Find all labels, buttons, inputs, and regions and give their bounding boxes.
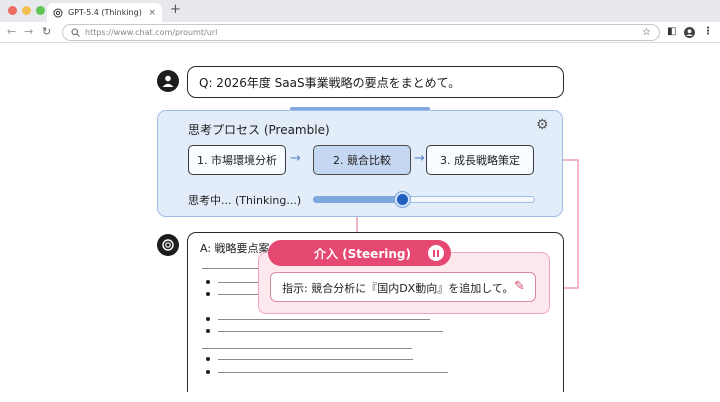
step-market-analysis[interactable]: 1. 市場環境分析 [188, 145, 286, 175]
steering-toggle[interactable]: 介入 (Steering) [268, 240, 451, 266]
steering-instruction-text: 指示: 競合分析に『国内DX動向』を追加して。 [282, 282, 514, 295]
openai-icon [162, 239, 174, 251]
steering-instruction-input[interactable]: 指示: 競合分析に『国内DX動向』を追加して。 ✎ [270, 272, 536, 302]
gear-icon[interactable]: ⚙ [536, 117, 549, 133]
bullet-dot [206, 280, 210, 284]
question-text: Q: 2026年度 SaaS事業戦略の要点をまとめて。 [199, 76, 461, 90]
preamble-title: 思考プロセス (Preamble) [188, 123, 330, 137]
pencil-edit-icon[interactable]: ✎ [514, 279, 525, 294]
bullet-dot [206, 292, 210, 296]
bullet-dot [206, 370, 210, 374]
arrow-right-icon: → [290, 151, 301, 166]
user-icon [162, 75, 174, 87]
placeholder-line [218, 294, 263, 295]
progress-fill [313, 196, 402, 203]
preamble-panel: 思考プロセス (Preamble) ⚙ 1. 市場環境分析 → 2. 競合比較 … [157, 110, 563, 217]
thinking-label: 思考中... (Thinking...) [188, 194, 302, 207]
arrow-right-icon: → [414, 151, 425, 166]
bullet-dot [206, 329, 210, 333]
placeholder-line [218, 359, 413, 360]
assistant-avatar [157, 234, 179, 256]
placeholder-line [202, 348, 412, 349]
steering-label: 介入 (Steering) [314, 247, 411, 261]
progress-knob[interactable] [394, 192, 410, 207]
placeholder-line [218, 331, 443, 332]
placeholder-line [218, 372, 448, 373]
placeholder-line [218, 319, 430, 320]
pause-icon[interactable] [428, 245, 444, 261]
bullet-dot [206, 317, 210, 321]
user-avatar [157, 70, 179, 92]
step-competitor-comparison[interactable]: 2. 競合比較 [313, 145, 411, 175]
step-growth-strategy[interactable]: 3. 成長戦略策定 [426, 145, 534, 175]
placeholder-line [218, 282, 263, 283]
placeholder-line [202, 268, 262, 269]
bullet-dot [206, 357, 210, 361]
question-bubble: Q: 2026年度 SaaS事業戦略の要点をまとめて。 [187, 66, 564, 98]
